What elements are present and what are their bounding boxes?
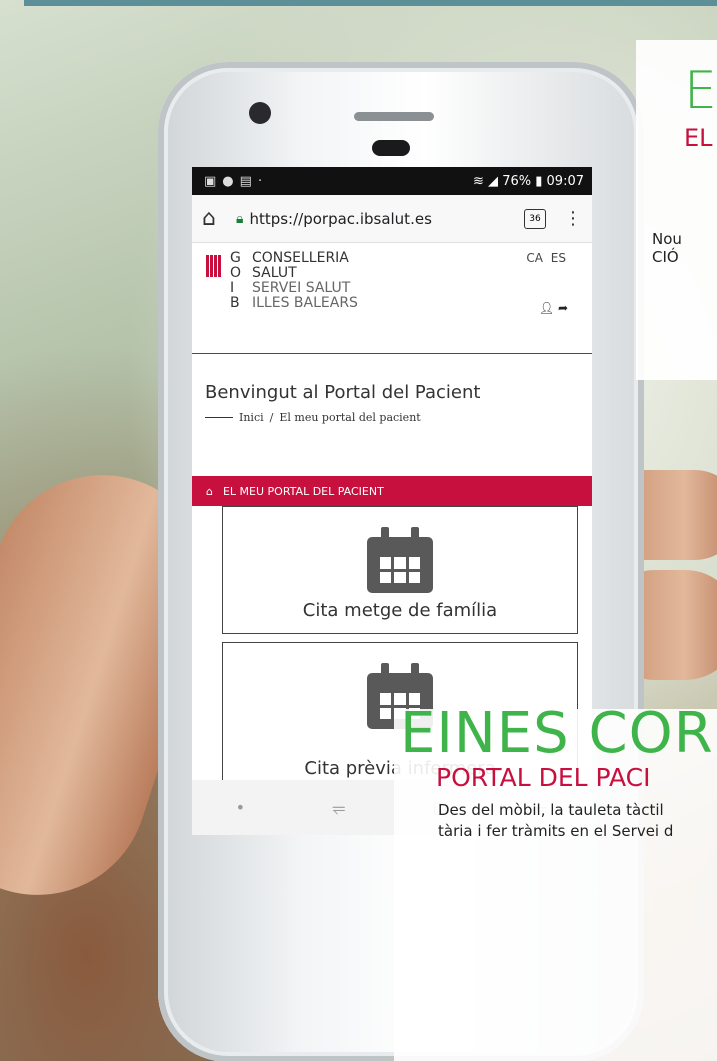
battery-level: 76% [502,173,532,189]
phone-screen: ▣ ● ▤ · ≋ ◢ 76% ▮ 09:07 ⌂ 🔒︎ https://por… [192,167,592,780]
page-title: Benvingut al Portal del Pacient [205,382,481,403]
promo-title: E [684,61,717,121]
calendar-small-icon: ▤ [239,173,252,189]
logo-icon [206,255,224,277]
lock-icon: 🔒︎ [236,210,244,227]
promo-panel-top: E EL Nou CIÓ [636,40,717,380]
signal-icon: ◢ [488,173,499,189]
dot-icon: · [257,173,263,189]
overflow-menu-icon[interactable]: ⋮ [564,208,582,229]
site-header: G O I B CONSELLERIA SALUT SERVEI SALUT I… [192,243,592,354]
house-icon: ⌂ [206,484,213,498]
battery-icon: ▮ [535,173,543,189]
wifi-icon: ≋ [473,173,484,189]
card-label: Cita metge de família [302,600,498,621]
promo-text: Nou CIÓ [652,230,682,266]
recents-icon[interactable]: ⥫ [332,798,345,818]
image-icon: ▣ [204,173,217,189]
home-icon[interactable]: ⌂ [202,206,236,231]
breadcrumb: Inici / El meu portal del pacient [205,411,579,424]
dot-nav-icon[interactable]: • [236,798,245,817]
status-bar: ▣ ● ▤ · ≋ ◢ 76% ▮ 09:07 [192,167,592,195]
family-doctor-appointment-card[interactable]: Cita metge de família [222,506,578,634]
promo-subheading: PORTAL DEL PACI [436,763,651,792]
top-accent-bar [24,0,717,6]
url-field[interactable]: https://porpac.ibsalut.es [249,210,524,228]
language-selector[interactable]: CA ES [526,251,566,265]
user-icon[interactable]: 👤︎ [539,301,554,315]
promo-subtitle: EL [684,124,713,152]
login-arrow-icon[interactable]: ➦ [558,301,568,315]
phone-sensor [372,140,410,156]
camera-icon [249,102,271,124]
tab-count-button[interactable]: 36 [524,208,546,229]
clock: 09:07 [546,173,584,189]
browser-address-bar: ⌂ 🔒︎ https://porpac.ibsalut.es 36 ⋮ [192,195,592,243]
promo-description: Des del mòbil, la tauleta tàctil tària i… [438,801,674,840]
chat-icon: ● [222,173,234,189]
breadcrumb-current: El meu portal del pacient [279,411,421,424]
calendar-icon [367,527,433,593]
breadcrumb-home[interactable]: Inici [239,411,264,424]
section-header: ⌂ EL MEU PORTAL DEL PACIENT [192,476,592,506]
logo-letters: G O I B [230,250,242,311]
organization-name: CONSELLERIA SALUT SERVEI SALUT ILLES BAL… [252,250,358,311]
promo-heading: EINES COR [400,701,714,766]
phone-earpiece [354,112,434,121]
